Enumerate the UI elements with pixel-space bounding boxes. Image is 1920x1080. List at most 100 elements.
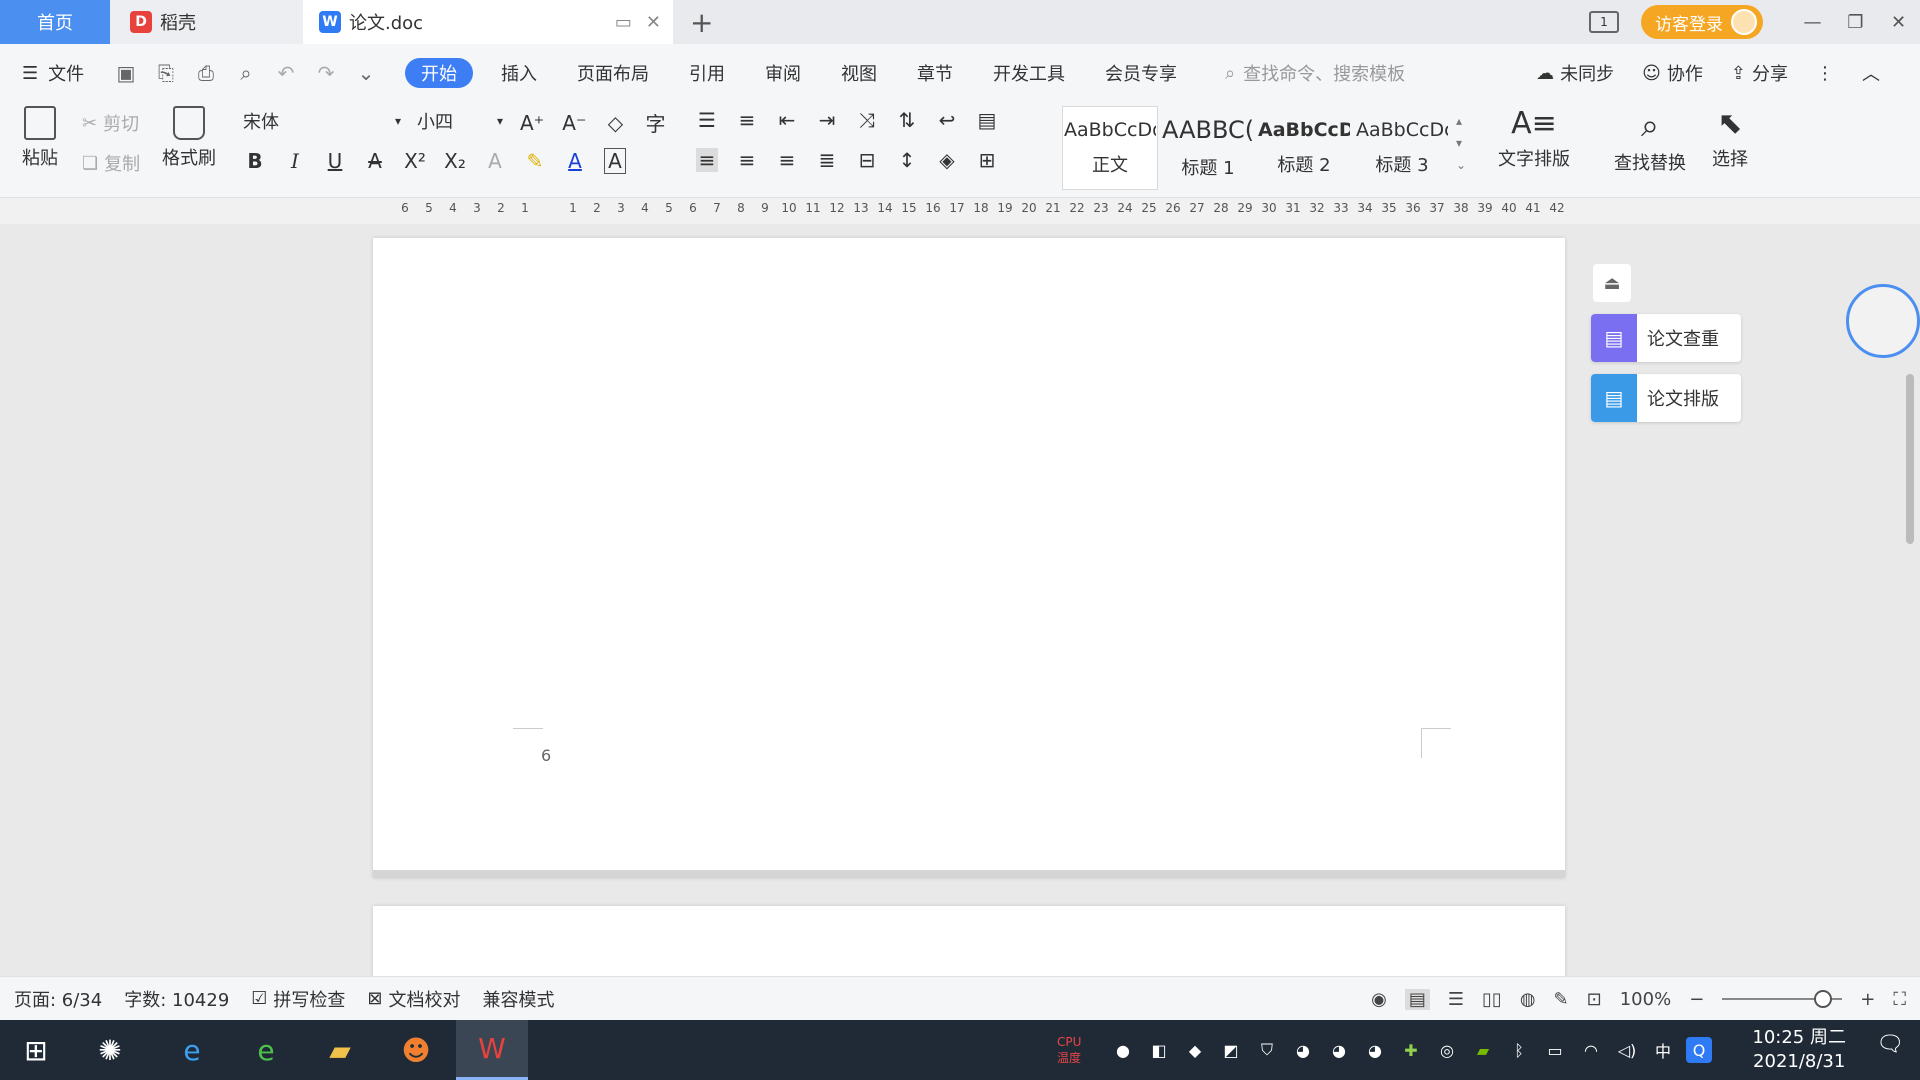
tab-insert[interactable]: 插入 <box>481 58 557 88</box>
zoom-in-icon[interactable]: + <box>1860 989 1875 1010</box>
tab-document[interactable]: W 论文.doc ▭ ✕ <box>303 0 673 44</box>
thesis-check-button[interactable]: ▤ 论文查重 <box>1591 314 1741 362</box>
float-window-icon[interactable]: ▭ <box>615 12 632 33</box>
format-painter-button[interactable]: 格式刷 <box>162 106 216 170</box>
text-direction-icon[interactable]: ⤨ <box>856 108 878 132</box>
ime-indicator[interactable]: 中 <box>1650 1037 1676 1063</box>
superscript-icon[interactable]: X² <box>404 149 426 173</box>
decrease-font-icon[interactable]: A⁻ <box>562 111 586 135</box>
tray-qq-icon[interactable]: ◕ <box>1326 1037 1352 1063</box>
print-preview-icon[interactable]: ⌕ <box>235 61 257 85</box>
browser-360-icon[interactable]: e <box>230 1020 302 1080</box>
styles-scroll[interactable]: ▴ ▾ ⌄ <box>1456 110 1466 176</box>
tab-page-layout[interactable]: 页面布局 <box>557 58 669 88</box>
bluetooth-icon[interactable]: ᛒ <box>1506 1037 1532 1063</box>
align-center-icon[interactable]: ≡ <box>736 148 758 172</box>
bold-icon[interactable]: B <box>244 149 266 173</box>
page-view-icon[interactable]: ▤ <box>1404 988 1430 1010</box>
line-break-icon[interactable]: ↩ <box>936 108 958 132</box>
tray-app-icon[interactable]: ● <box>1110 1037 1136 1063</box>
wifi-icon[interactable]: ◠ <box>1578 1037 1604 1063</box>
borders-icon[interactable]: ⊞ <box>976 148 998 172</box>
phonetic-icon[interactable]: 字 <box>645 108 667 137</box>
style-heading-2[interactable]: AaBbCcD 标题 2 <box>1256 106 1352 190</box>
write-view-icon[interactable]: ✎ <box>1554 989 1569 1010</box>
tray-app-icon[interactable]: ◎ <box>1434 1037 1460 1063</box>
line-spacing-icon[interactable]: ↕ <box>896 148 918 172</box>
more-icon[interactable]: ⋮ <box>1816 63 1834 84</box>
outline-view-icon[interactable]: ☰ <box>1448 989 1464 1010</box>
zoom-level[interactable]: 100% <box>1620 989 1671 1010</box>
document-page-next[interactable] <box>373 906 1565 976</box>
increase-font-icon[interactable]: A⁺ <box>520 111 544 135</box>
volume-icon[interactable]: ◁) <box>1614 1037 1640 1063</box>
clear-format-icon[interactable]: ◇ <box>605 111 627 135</box>
style-normal[interactable]: AaBbCcDd 正文 <box>1062 106 1158 190</box>
fullscreen-icon[interactable]: ⛶ <box>1893 989 1906 1010</box>
battery-icon[interactable]: ▭ <box>1542 1037 1568 1063</box>
distribute-icon[interactable]: ⊟ <box>856 148 878 172</box>
horizontal-ruler[interactable]: 6 5 4 3 2 1 1 2 3 4 5 6 7 8 9 10 11 12 13 14 15 16 17 18 19 20 21 2… <box>0 198 1920 224</box>
tray-app-icon[interactable]: ◧ <box>1146 1037 1172 1063</box>
collaborate-button[interactable]: ☺ 协作 <box>1642 60 1703 86</box>
fit-page-icon[interactable]: ⊡ <box>1587 989 1602 1010</box>
collapse-ribbon-icon[interactable]: ︿ <box>1862 60 1880 86</box>
subscript-icon[interactable]: X₂ <box>444 149 466 173</box>
collapse-panel-icon[interactable]: ⏏ <box>1593 264 1631 302</box>
tab-view[interactable]: 视图 <box>821 58 897 88</box>
ie-browser-icon[interactable]: e <box>156 1020 228 1080</box>
wps-app-icon[interactable]: W <box>456 1020 528 1080</box>
web-view-icon[interactable]: ◍ <box>1520 989 1536 1010</box>
redo-icon[interactable]: ↷ <box>315 61 337 85</box>
tab-review[interactable]: 审阅 <box>745 58 821 88</box>
tray-qq-icon[interactable]: ◕ <box>1290 1037 1316 1063</box>
word-count[interactable]: 字数: 10429 <box>124 986 229 1012</box>
tab-chapter[interactable]: 章节 <box>897 58 973 88</box>
tray-app-icon[interactable]: ◆ <box>1182 1037 1208 1063</box>
share-button[interactable]: ⇪ 分享 <box>1731 60 1788 86</box>
thesis-layout-button[interactable]: ▤ 论文排版 <box>1591 374 1741 422</box>
sync-button[interactable]: ☁ 未同步 <box>1536 60 1614 86</box>
cut-button[interactable]: ✂ 剪切 <box>82 110 139 136</box>
save-icon[interactable]: ▣ <box>115 61 137 85</box>
shading-icon[interactable]: ◈ <box>936 148 958 172</box>
close-window-icon[interactable]: ✕ <box>1877 12 1920 33</box>
vertical-scrollbar[interactable] <box>1904 364 1916 964</box>
eye-protect-icon[interactable]: ◉ <box>1371 989 1387 1010</box>
zoom-slider-knob[interactable] <box>1814 990 1833 1008</box>
strikethrough-icon[interactable]: A <box>364 149 386 173</box>
table-ruler-icon[interactable]: ▤ <box>976 108 998 132</box>
document-page[interactable]: 6 <box>373 238 1565 878</box>
char-border-icon[interactable]: A <box>604 148 626 174</box>
visitor-login-button[interactable]: 访客登录 <box>1641 5 1763 39</box>
find-replace-button[interactable]: ⌕ 查找替换 <box>1614 106 1686 175</box>
page-indicator[interactable]: 页面: 6/34 <box>14 986 102 1012</box>
justify-icon[interactable]: ≣ <box>816 148 838 172</box>
outdent-icon[interactable]: ⇤ <box>776 108 798 132</box>
text-layout-button[interactable]: A≡ 文字排版 <box>1498 106 1570 171</box>
italic-icon[interactable]: I <box>284 149 306 173</box>
tray-nvidia-icon[interactable]: ▰ <box>1470 1037 1496 1063</box>
align-right-icon[interactable]: ≡ <box>776 148 798 172</box>
indent-icon[interactable]: ⇥ <box>816 108 838 132</box>
highlight-icon[interactable]: ✎ <box>524 149 546 173</box>
tray-app-icon[interactable]: ✚ <box>1398 1037 1424 1063</box>
scrollbar-thumb[interactable] <box>1906 374 1914 544</box>
zoom-out-icon[interactable]: − <box>1689 989 1704 1010</box>
tab-start[interactable]: 开始 <box>405 58 473 88</box>
read-view-icon[interactable]: ▯▯ <box>1482 989 1502 1010</box>
align-left-icon[interactable]: ≡ <box>696 148 718 172</box>
system-clock[interactable]: 10:25 周二 2021/8/31 <box>1752 1026 1846 1074</box>
paste-button[interactable]: 粘贴 <box>22 106 58 170</box>
restore-icon[interactable]: ❐ <box>1834 12 1877 33</box>
font-color-icon[interactable]: A <box>564 149 586 173</box>
notification-icon[interactable]: 🗨 <box>1870 1032 1910 1068</box>
numbered-list-icon[interactable]: ≡ <box>736 108 758 132</box>
minimize-icon[interactable]: — <box>1791 12 1834 33</box>
font-name-select[interactable]: 宋体 ▾ <box>236 106 408 136</box>
undo-icon[interactable]: ↶ <box>275 61 297 85</box>
copy-button[interactable]: ❏ 复制 <box>82 150 140 176</box>
pinwheel-app-icon[interactable]: ✺ <box>74 1020 146 1080</box>
sort-icon[interactable]: ⇅ <box>896 108 918 132</box>
cpu-temp-widget[interactable]: CPU温度 <box>1040 1035 1100 1065</box>
